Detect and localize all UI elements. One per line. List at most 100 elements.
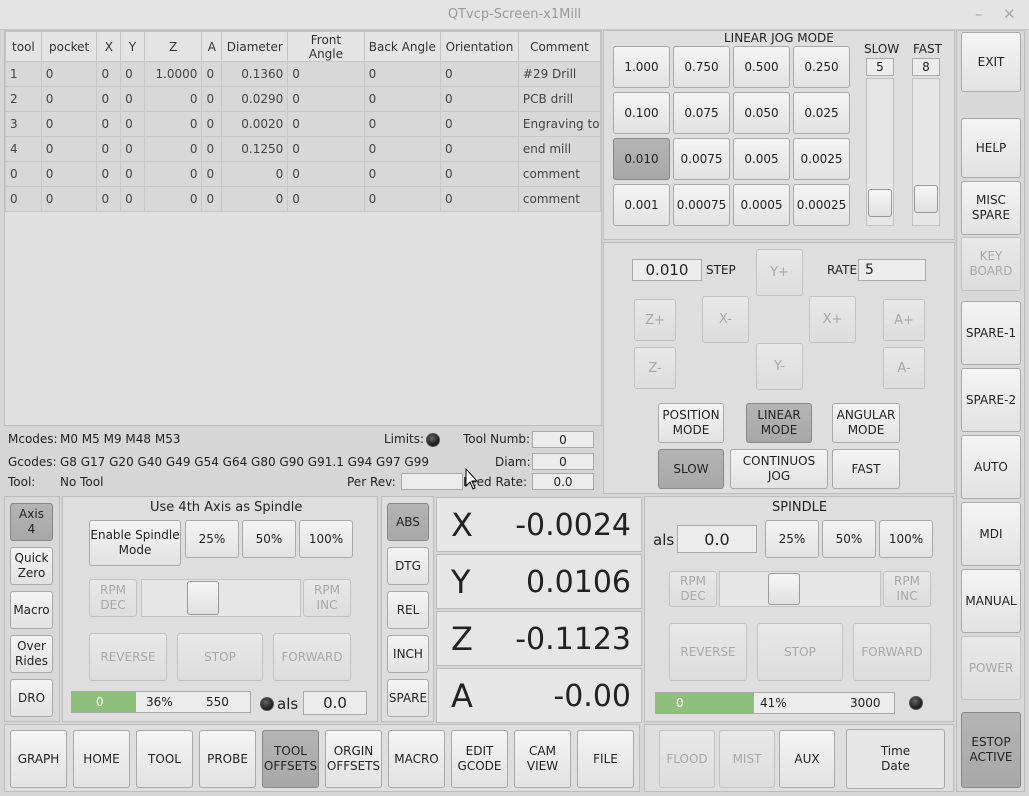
jog-increment-button[interactable]: 0.005 [733, 138, 790, 180]
table-cell[interactable]: 0 [287, 186, 365, 212]
column-header[interactable]: Comment [517, 31, 601, 62]
table-cell[interactable]: 0 [96, 136, 122, 162]
table-cell[interactable]: 0.0020 [221, 111, 289, 137]
spare-1-button[interactable]: SPARE-1 [961, 301, 1021, 365]
table-cell[interactable]: 2 [5, 86, 42, 112]
table-cell[interactable]: 0 [363, 136, 441, 162]
table-row[interactable]: 1 0 0 0 1.0000 0 0.1360 0 0 0 #29 Drill [5, 61, 601, 87]
spare-2-button[interactable]: SPARE-2 [961, 368, 1021, 432]
spindle-rpm-dec-button[interactable]: RPM DEC [669, 571, 717, 607]
jog-x-plus-button[interactable]: X+ [809, 296, 856, 343]
tab-edit-gcode[interactable]: EDIT GCODE [451, 730, 508, 788]
jog-increment-button[interactable]: 0.0005 [733, 184, 790, 226]
column-header[interactable]: pocket [40, 31, 98, 62]
table-cell[interactable]: 1 [5, 61, 42, 87]
table-cell[interactable]: 1.0000 [143, 61, 203, 87]
auto-button[interactable]: AUTO [961, 435, 1021, 499]
help-button[interactable]: HELP [961, 118, 1021, 178]
jog-z-plus-button[interactable]: Z+ [634, 299, 676, 341]
jog-increment-button[interactable]: 1.000 [613, 46, 670, 88]
jog-a-minus-button[interactable]: A- [883, 347, 925, 389]
axis4-tab[interactable]: Axis 4 [10, 503, 53, 541]
table-cell[interactable]: 0 [287, 161, 365, 187]
jog-increment-button[interactable]: 0.00025 [793, 184, 850, 226]
table-cell[interactable]: 0 [439, 136, 519, 162]
table-cell[interactable]: 0 [201, 111, 223, 137]
table-cell[interactable]: 0 [439, 86, 519, 112]
tab-cam-view[interactable]: CAM VIEW [514, 730, 571, 788]
table-cell[interactable]: comment [517, 186, 601, 212]
spindle-rpm-handle[interactable] [768, 573, 800, 605]
power-button[interactable]: POWER [961, 636, 1021, 700]
linear-mode-button[interactable]: LINEAR MODE [746, 403, 812, 443]
spindle-100-percent-button[interactable]: 100% [879, 520, 933, 558]
jog-increment-button[interactable]: 0.0025 [793, 138, 850, 180]
table-cell[interactable]: 0 [201, 136, 223, 162]
angular-mode-button[interactable]: ANGULAR MODE [832, 403, 900, 443]
misc-spare-button[interactable]: MISC SPARE [961, 181, 1021, 235]
fourth-100-percent-button[interactable]: 100% [299, 520, 353, 558]
jog-a-plus-button[interactable]: A+ [883, 299, 925, 341]
table-row[interactable]: 4 0 0 0 0 0 0.1250 0 0 0 end mill [5, 136, 601, 162]
spindle-50-percent-button[interactable]: 50% [822, 520, 876, 558]
jog-increment-button[interactable]: 0.750 [673, 46, 730, 88]
jog-increment-button[interactable]: 0.100 [613, 92, 670, 134]
table-cell[interactable]: 0 [287, 61, 365, 87]
table-cell[interactable]: 0 [40, 186, 98, 212]
tool-table[interactable]: tool pocket X Y Z A Diameter Front Angle Back An… [5, 31, 601, 212]
jog-z-minus-button[interactable]: Z- [634, 347, 676, 389]
enable-spindle-mode-button[interactable]: Enable Spindle Mode [89, 520, 181, 566]
jog-increment-button[interactable]: 0.025 [793, 92, 850, 134]
table-cell[interactable]: 0 [363, 86, 441, 112]
table-cell[interactable]: 0 [120, 161, 145, 187]
column-header[interactable]: Front Angle [287, 31, 365, 62]
aux-button[interactable]: AUX [779, 730, 835, 788]
column-header[interactable]: Z [143, 31, 203, 62]
tab-probe[interactable]: PROBE [199, 730, 256, 788]
table-cell[interactable]: 0.0290 [221, 86, 289, 112]
table-cell[interactable]: 0 [143, 161, 203, 187]
table-cell[interactable]: 0 [201, 186, 223, 212]
continuous-jog-button[interactable]: CONTINUOS JOG [730, 449, 828, 489]
table-cell[interactable]: 0 [439, 111, 519, 137]
tab-tool-offsets[interactable]: TOOL OFFSETS [262, 730, 319, 788]
exit-button[interactable]: EXIT [961, 32, 1021, 92]
fourth-rpm-inc-button[interactable]: RPM INC [303, 579, 351, 617]
table-cell[interactable]: 0 [287, 111, 365, 137]
table-cell[interactable]: 0 [120, 111, 145, 137]
table-cell[interactable]: 0 [143, 111, 203, 137]
table-cell[interactable]: 0 [120, 61, 145, 87]
spindle-25-percent-button[interactable]: 25% [765, 520, 819, 558]
table-cell[interactable]: 0 [96, 186, 122, 212]
flood-button[interactable]: FLOOD [659, 730, 715, 788]
table-cell[interactable]: 0 [143, 136, 203, 162]
table-row[interactable]: 0 0 0 0 0 0 0 0 0 0 comment [5, 186, 601, 212]
jog-slow-button[interactable]: SLOW [658, 449, 724, 489]
dro-mode-spare-button[interactable]: SPARE [387, 679, 429, 717]
column-header[interactable]: Back Angle [363, 31, 441, 62]
overrides-tab[interactable]: Over Rides [10, 635, 53, 673]
jog-increment-button[interactable]: 0.0075 [673, 138, 730, 180]
fourth-rpm-slider[interactable] [141, 579, 301, 617]
jog-increment-button[interactable]: 0.010 [613, 138, 670, 180]
tab-graph[interactable]: GRAPH [10, 730, 67, 788]
dro-mode-inch-button[interactable]: INCH [387, 635, 429, 673]
table-cell[interactable]: 0 [120, 86, 145, 112]
table-cell[interactable]: 0 [120, 136, 145, 162]
table-cell[interactable]: 0 [439, 161, 519, 187]
table-cell[interactable]: 0 [5, 161, 42, 187]
table-row[interactable]: 3000000.0020000Engraving tool [5, 111, 601, 137]
table-cell[interactable]: comment [517, 161, 601, 187]
spindle-reverse-button[interactable]: REVERSE [669, 623, 747, 681]
table-cell[interactable]: 0 [40, 86, 98, 112]
tab-file[interactable]: FILE [577, 730, 634, 788]
fourth-25-percent-button[interactable]: 25% [185, 520, 239, 558]
jog-x-minus-button[interactable]: X- [702, 296, 749, 343]
keyboard-button[interactable]: KEY BOARD [961, 237, 1021, 291]
table-cell[interactable]: 0 [201, 61, 223, 87]
table-cell[interactable]: Engraving tool [517, 111, 601, 137]
table-cell[interactable]: 0 [40, 161, 98, 187]
fourth-rpm-handle[interactable] [187, 581, 219, 615]
fourth-rpm-dec-button[interactable]: RPM DEC [89, 579, 137, 617]
table-cell[interactable]: 0 [40, 61, 98, 87]
